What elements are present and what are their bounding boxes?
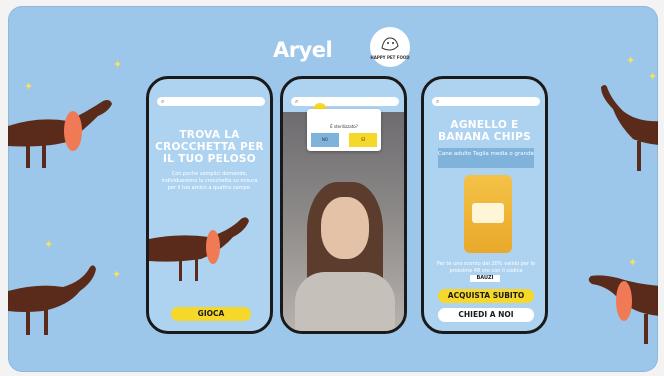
ad-banner: ✦ ✦ ✦ ✦ ✦ ✦ ✦ Aryel HAPPY PET FOOD ⌕ TRO… <box>8 6 658 372</box>
search-bar[interactable]: ⌕ <box>157 97 265 106</box>
discount-code: BAUZI <box>470 275 500 282</box>
partner-logo: HAPPY PET FOOD <box>370 27 410 67</box>
dog-illustration <box>149 217 249 281</box>
answer-yes-button[interactable]: SÌ <box>349 133 377 147</box>
dog-illustration-right-bottom <box>588 275 658 344</box>
shirt <box>295 272 395 331</box>
star-icon: ✦ <box>44 238 54 251</box>
phone-mockup-ar: ⌕ È sterilizzato? NO SÌ <box>280 76 407 334</box>
dog-face-icon <box>381 37 399 51</box>
phone1-title: TROVA LA CROCCHETTA PER IL TUO PELOSO <box>155 129 264 165</box>
buy-now-button[interactable]: ACQUISTA SUBITO <box>438 289 534 303</box>
phone-mockup-intro: ⌕ TROVA LA CROCCHETTA PER IL TUO PELOSO … <box>146 76 273 334</box>
play-button[interactable]: GIOCA <box>171 307 251 321</box>
dog-illustration-left-top <box>8 100 112 168</box>
search-icon: ⌕ <box>436 98 440 105</box>
search-bar[interactable]: ⌕ <box>291 97 399 106</box>
search-bar[interactable]: ⌕ <box>432 97 540 106</box>
ask-us-button[interactable]: CHIEDI A NOI <box>438 308 534 322</box>
search-icon: ⌕ <box>295 98 299 105</box>
offer-text: Per te uno sconto del 20% valido per le … <box>436 261 536 274</box>
product-subtitle: Cane adulto Taglia media o grande <box>438 148 534 168</box>
logo-bar: Aryel HAPPY PET FOOD <box>8 26 658 67</box>
ar-question-card: È sterilizzato? NO SÌ <box>307 109 381 151</box>
phone-mockup-result: ⌕ AGNELLO E BANANA CHIPS Cane adulto Tag… <box>421 76 548 334</box>
star-icon: ✦ <box>648 70 658 83</box>
ar-question: È sterilizzato? <box>330 124 358 129</box>
search-icon: ⌕ <box>161 98 165 105</box>
star-icon: ✦ <box>112 268 122 281</box>
dog-illustration-right-top <box>601 85 658 171</box>
product-label <box>472 203 504 223</box>
face <box>321 197 369 259</box>
star-icon: ✦ <box>24 80 34 93</box>
dog-illustration-left-bottom <box>8 265 96 335</box>
product-bag <box>464 175 512 253</box>
product-title: AGNELLO E BANANA CHIPS <box>438 119 531 143</box>
partner-logo-text: HAPPY PET FOOD <box>370 55 410 60</box>
star-icon: ✦ <box>628 256 638 269</box>
answer-no-button[interactable]: NO <box>311 133 339 147</box>
aryel-logo: Aryel <box>273 38 333 62</box>
phone1-description: Con poche semplici domande, individuerem… <box>161 171 258 191</box>
